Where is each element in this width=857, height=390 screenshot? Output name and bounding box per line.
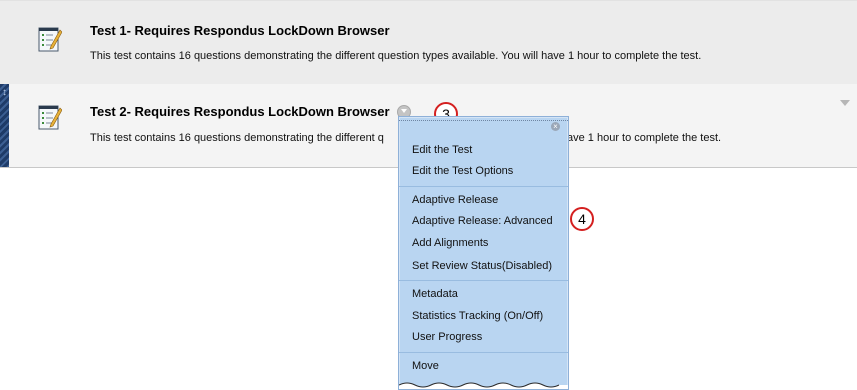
content-item-test-1: Test 1- Requires Respondus LockDown Brow… — [0, 0, 857, 85]
menu-item-edit-test[interactable]: Edit the Test — [412, 144, 472, 156]
menu-separator — [399, 352, 568, 353]
test-description-end: ave 1 hour to complete the test. — [567, 132, 722, 144]
callout-number-4: 4 — [570, 207, 594, 231]
close-icon[interactable]: × — [551, 122, 560, 131]
menu-item-set-review-status[interactable]: Set Review Status(Disabled) — [412, 260, 552, 272]
menu-item-adaptive-release[interactable]: Adaptive Release — [412, 194, 498, 206]
test-title-link[interactable]: Test 2- Requires Respondus LockDown Brow… — [90, 104, 390, 119]
menu-item-metadata[interactable]: Metadata — [412, 288, 458, 300]
context-menu-header: × — [399, 117, 568, 136]
menu-item-edit-test-options[interactable]: Edit the Test Options — [412, 165, 513, 177]
drag-handle[interactable]: ↕ — [0, 84, 9, 167]
test-description-start: This test contains 16 questions demonstr… — [90, 132, 384, 144]
menu-item-user-progress[interactable]: User Progress — [412, 331, 482, 343]
test-description: This test contains 16 questions demonstr… — [90, 50, 702, 62]
drag-handle-icon: ↕ — [2, 87, 7, 98]
menu-item-adaptive-release-advanced[interactable]: Adaptive Release: Advanced — [412, 215, 553, 227]
menu-separator — [399, 186, 568, 187]
context-menu: × Edit the Test Edit the Test Options Ad… — [398, 116, 569, 390]
menu-header-divider — [399, 120, 568, 121]
menu-item-move[interactable]: Move — [412, 360, 439, 372]
menu-item-add-alignments[interactable]: Add Alignments — [412, 237, 488, 249]
test-icon — [38, 26, 63, 52]
menu-item-statistics-tracking[interactable]: Statistics Tracking (On/Off) — [412, 310, 543, 322]
menu-separator — [399, 280, 568, 281]
collapse-arrow-icon[interactable] — [840, 100, 850, 106]
torn-edge-graphic — [399, 382, 568, 389]
test-icon — [38, 104, 63, 130]
test-title-link[interactable]: Test 1- Requires Respondus LockDown Brow… — [90, 23, 390, 38]
